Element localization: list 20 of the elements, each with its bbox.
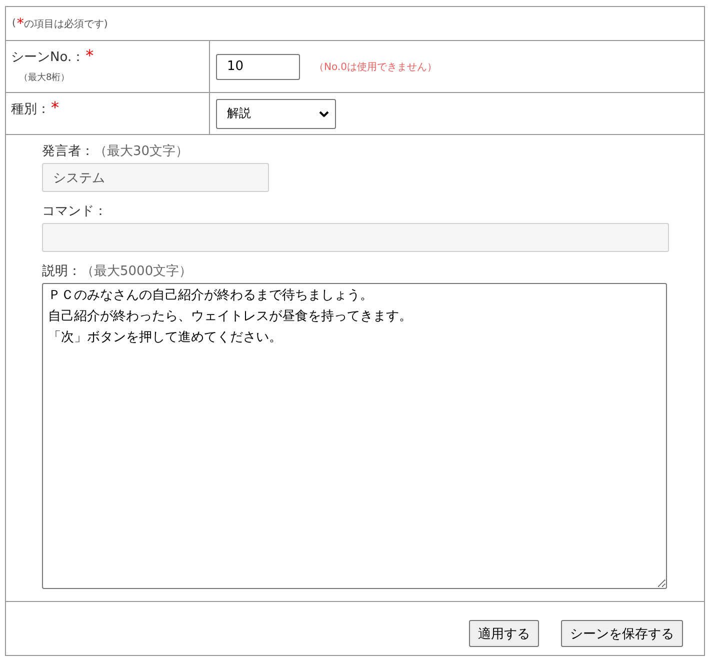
field-hint: （最大8桁）: [19, 72, 71, 84]
note-text: (: [12, 18, 16, 29]
action-button[interactable]: シーンを保存する: [561, 620, 683, 647]
description-textarea[interactable]: ＰＣのみなさんの自己紹介が終わるまで待ちましょう。 自己紹介が終わったら、ウェイトレスが昼食を持ってきます。 「次」ボタンを押して進めてください。: [42, 283, 667, 589]
required-mark: *: [51, 100, 59, 116]
required-mark: *: [86, 48, 94, 64]
type-select[interactable]: 解説: [216, 98, 336, 128]
field-hint: （最大30文字）: [94, 144, 189, 159]
field-label: 説明：: [42, 264, 81, 279]
field-hint: （最大5000文字）: [81, 264, 192, 279]
field-label: コマンド：: [42, 204, 107, 219]
field-label: 種別：: [11, 101, 50, 118]
field-label: 発言者：: [42, 144, 94, 159]
required-mark: *: [16, 16, 24, 30]
field-hint: （No.0は使用できません）: [314, 60, 437, 74]
chevron-icon: [319, 110, 329, 116]
note-text: の項目は必須です): [24, 18, 108, 30]
action-button[interactable]: 適用する: [469, 620, 539, 647]
field-label: シーンNo.：: [11, 49, 85, 66]
number-input[interactable]: 10: [216, 54, 300, 80]
